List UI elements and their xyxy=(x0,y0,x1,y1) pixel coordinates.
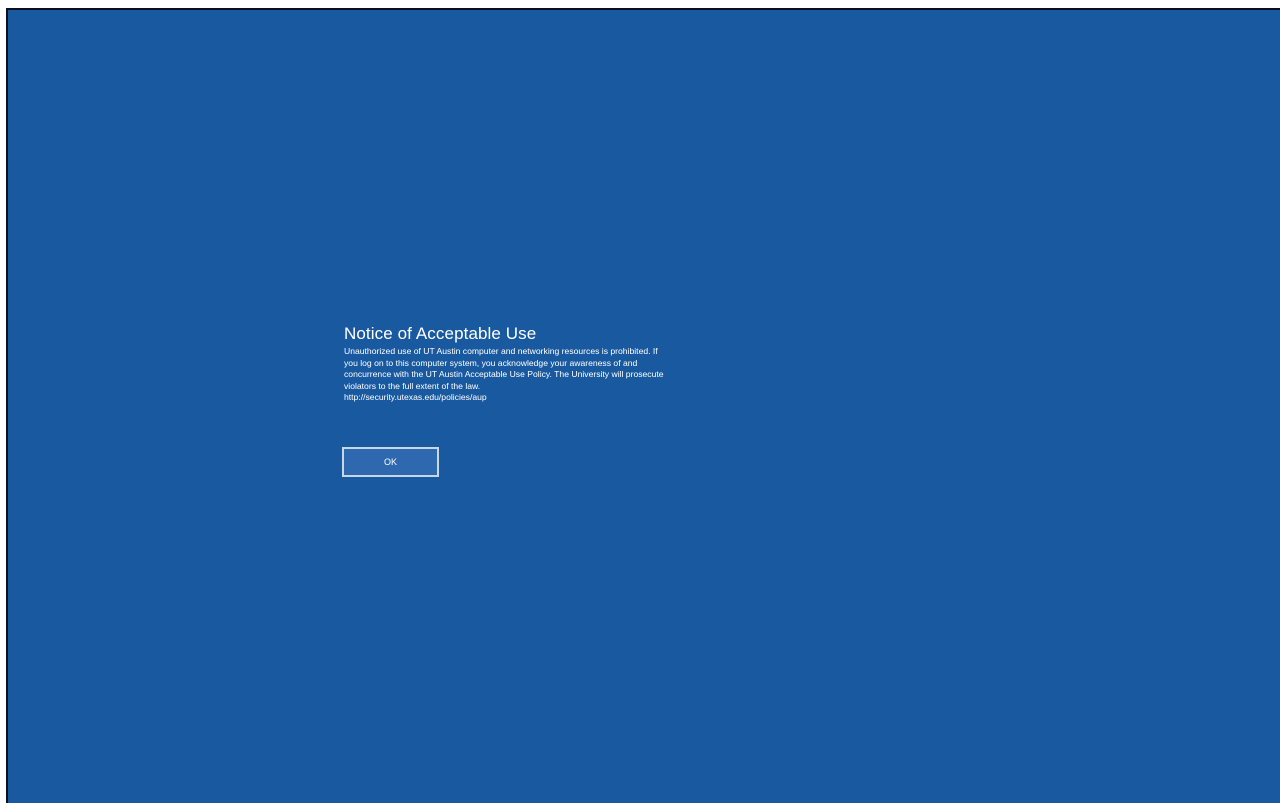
acceptable-use-notice: Notice of Acceptable Use Unauthorized us… xyxy=(344,324,784,404)
ok-button[interactable]: OK xyxy=(342,447,439,477)
lock-screen: Notice of Acceptable Use Unauthorized us… xyxy=(6,8,1280,803)
notice-title: Notice of Acceptable Use xyxy=(344,324,537,343)
notice-body: Unauthorized use of UT Austin computer a… xyxy=(344,346,774,404)
notice-body-line: concurrence with the UT Austin Acceptabl… xyxy=(344,369,664,379)
policy-url: http://security.utexas.edu/policies/aup xyxy=(344,392,487,402)
notice-body-line: Unauthorized use of UT Austin computer a… xyxy=(344,346,658,356)
notice-body-line: violators to the full extent of the law. xyxy=(344,380,481,391)
notice-body-line: you log on to this computer system, you … xyxy=(344,357,638,368)
